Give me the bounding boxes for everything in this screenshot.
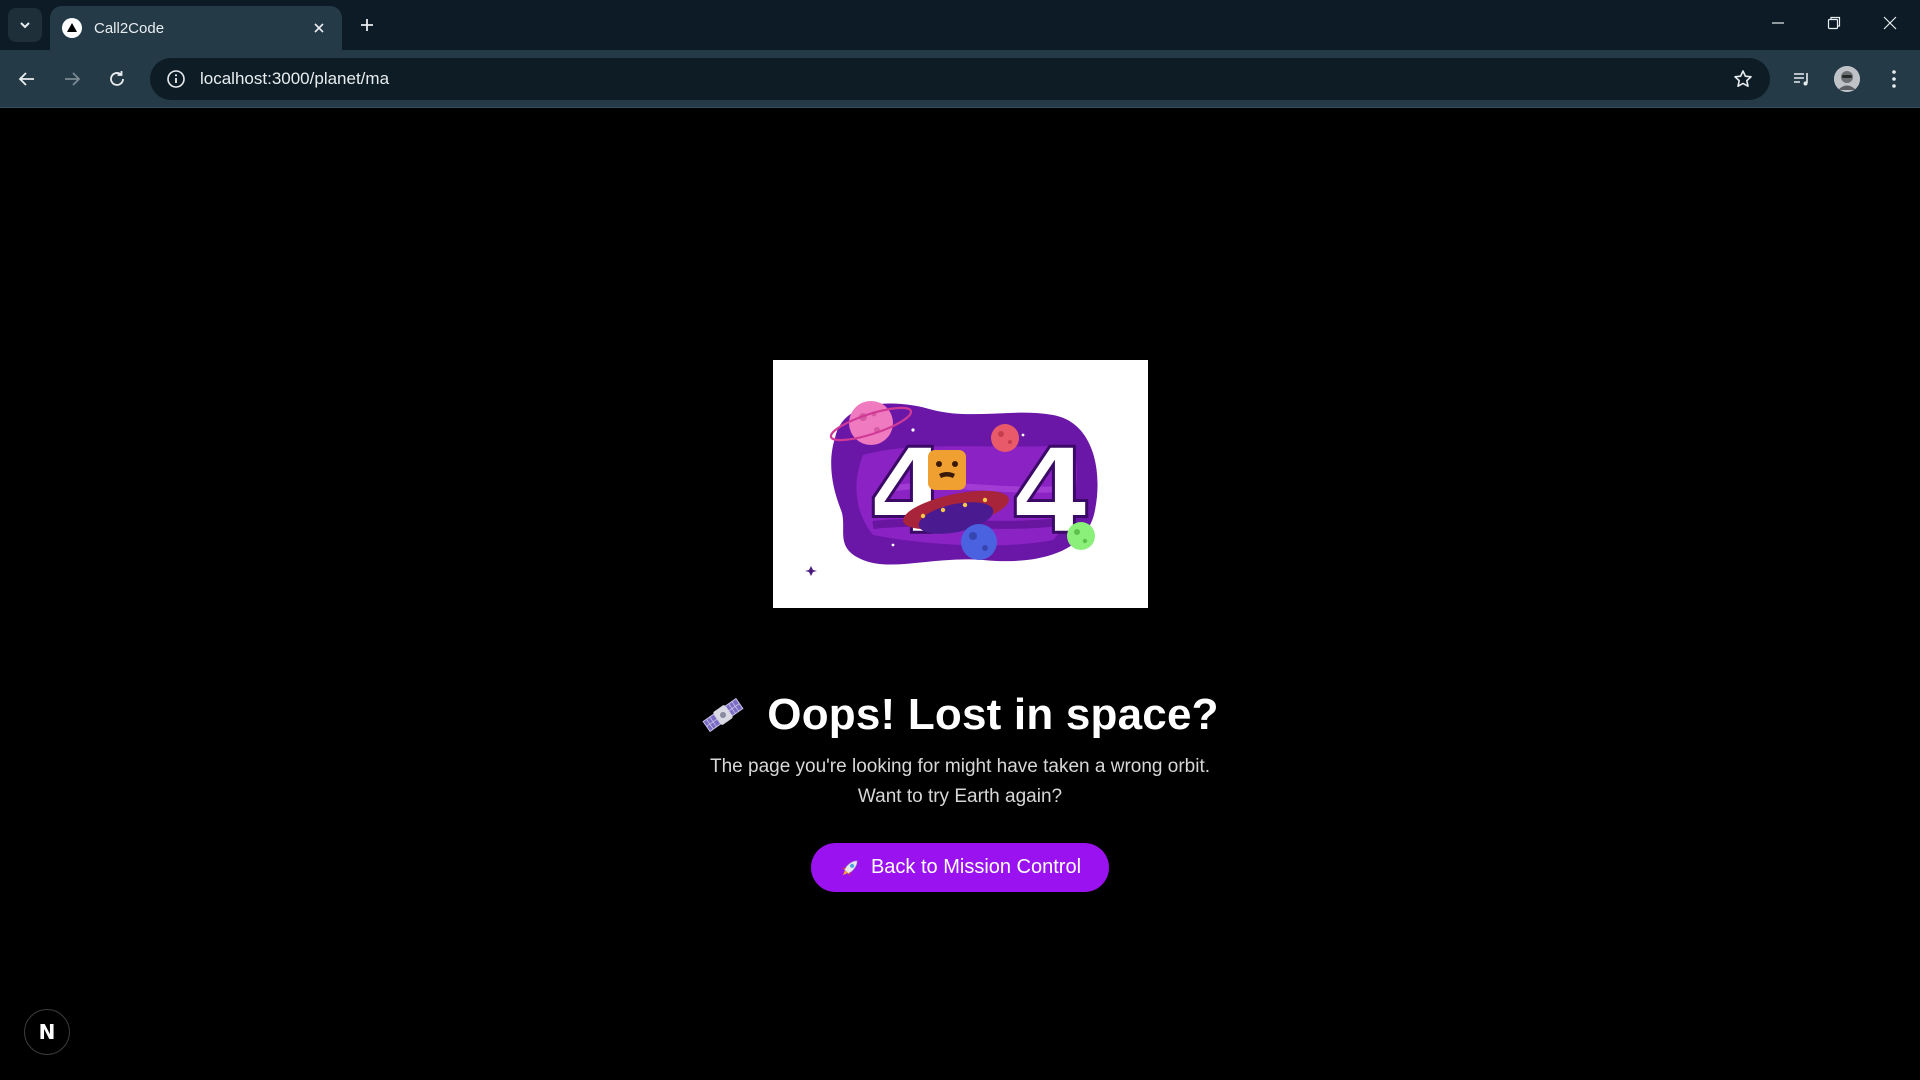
forward-button[interactable]	[55, 62, 89, 96]
chevron-down-icon	[20, 22, 30, 29]
next-logo-letter: N	[38, 1020, 56, 1044]
close-window-button[interactable]	[1862, 0, 1918, 46]
bookmark-button[interactable]	[1728, 64, 1758, 94]
tab-strip: Call2Code	[0, 0, 1920, 50]
close-window-icon	[1883, 16, 1897, 30]
subtitle-line-2: Want to try Earth again?	[857, 786, 1063, 807]
back-arrow-icon	[18, 72, 34, 86]
media-control-button[interactable]	[1786, 63, 1818, 95]
plus-icon	[361, 19, 373, 31]
kebab-menu-icon	[1892, 70, 1896, 88]
satellite-icon	[702, 697, 744, 733]
svg-text:4: 4	[868, 422, 950, 560]
info-icon	[167, 70, 185, 88]
cta-label: Back to Mission Control	[870, 856, 1082, 878]
url-text[interactable]: localhost:3000/planet/ma	[200, 69, 1728, 89]
tab-search-button[interactable]	[8, 8, 42, 42]
rocket-icon	[841, 860, 858, 876]
reload-button[interactable]	[100, 62, 134, 96]
subtitle-line-1: The page you're looking for might have t…	[709, 756, 1211, 777]
site-info-button[interactable]	[164, 67, 188, 91]
address-bar[interactable]: localhost:3000/planet/ma	[150, 58, 1770, 100]
browser-tab[interactable]: Call2Code	[50, 6, 342, 50]
404-illustration: 4 4	[773, 360, 1148, 608]
page-title: Oops! Lost in space?	[767, 690, 1219, 739]
close-tab-button[interactable]	[308, 17, 330, 39]
triangle-favicon-icon	[62, 18, 82, 38]
tab-title: Call2Code	[94, 19, 165, 37]
minimize-button[interactable]	[1750, 0, 1806, 46]
forward-arrow-icon	[65, 72, 81, 86]
reload-icon	[110, 71, 124, 86]
close-icon	[314, 23, 324, 33]
new-tab-button[interactable]	[352, 10, 382, 40]
star-icon	[1734, 70, 1752, 87]
headline: Oops! Lost in space?	[0, 690, 1920, 740]
restore-icon	[1827, 16, 1841, 30]
minimize-icon	[1772, 22, 1784, 24]
media-control-icon	[1794, 73, 1808, 86]
restore-button[interactable]	[1806, 0, 1862, 46]
back-button[interactable]	[10, 62, 44, 96]
browser-toolbar: localhost:3000/planet/ma	[0, 50, 1920, 108]
avatar[interactable]	[1834, 66, 1860, 92]
menu-button[interactable]	[1878, 63, 1910, 95]
nextjs-dev-badge[interactable]: N	[24, 1009, 70, 1055]
back-to-mission-control-button[interactable]: Back to Mission Control	[811, 843, 1109, 892]
